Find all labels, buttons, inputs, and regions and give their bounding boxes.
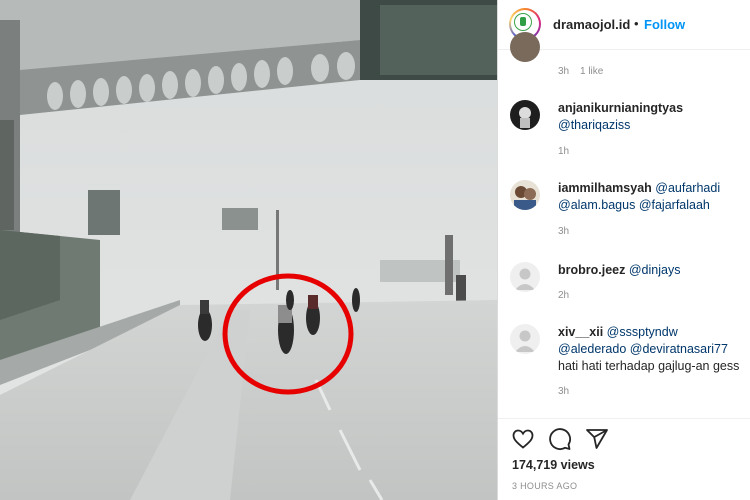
comment-mention[interactable]: @sssptyndw — [607, 325, 678, 339]
comment-body: iammilhamsyah @aufarhadi @alam.bagus @fa… — [558, 180, 748, 214]
comment-icon[interactable] — [548, 427, 572, 451]
author-username[interactable]: dramaojol.id — [553, 17, 630, 32]
comment-time: 3h — [558, 226, 570, 237]
post-video[interactable] — [0, 0, 497, 500]
comment-avatar[interactable] — [510, 180, 540, 210]
comment-body: anjanikurnianingtyas @thariqaziss — [558, 100, 748, 134]
comment-time: 3h — [558, 386, 570, 397]
comment-mention[interactable]: @fajarfalaah — [639, 198, 710, 212]
post-timestamp: 3 HOURS AGO — [512, 481, 578, 491]
comment-text: hati hati terhadap gajlug-an gess — [558, 359, 740, 373]
comment-avatar[interactable] — [510, 100, 540, 130]
comment-avatar[interactable] — [510, 32, 540, 62]
separator-dot: • — [634, 16, 639, 31]
comment-username[interactable]: anjanikurnianingtyas — [558, 101, 683, 115]
comments-panel: dramaojol.id • Follow 3h 1 like anjaniku… — [498, 0, 750, 500]
comment-body: brobro.jeez @dinjays — [558, 262, 748, 279]
comment-mention[interactable]: @aufarhadi — [655, 181, 720, 195]
comment-time: 2h — [558, 290, 570, 301]
comment-time: 3h — [558, 66, 570, 77]
comment-mention[interactable]: @thariqaziss — [558, 118, 630, 132]
comment-username[interactable]: xiv__xii — [558, 325, 603, 339]
follow-button[interactable]: Follow — [644, 17, 685, 32]
default-avatar-icon[interactable] — [510, 324, 540, 354]
comment-mention[interactable]: @deviratnasari77 — [630, 342, 728, 356]
comment-likes[interactable]: 1 like — [580, 66, 603, 77]
comment-time: 1h — [558, 146, 570, 157]
brand-logo-icon — [514, 13, 532, 31]
comment-mention[interactable]: @dinjays — [629, 263, 681, 277]
comment-mention[interactable]: @alam.bagus — [558, 198, 635, 212]
comment-mention[interactable]: @alederado — [558, 342, 626, 356]
heart-icon[interactable] — [511, 427, 535, 451]
cctv-footage — [0, 0, 497, 500]
share-icon[interactable] — [585, 427, 609, 451]
default-avatar-icon[interactable] — [510, 262, 540, 292]
comment-body: xiv__xii @sssptyndw @alederado @deviratn… — [558, 324, 748, 375]
comment-username[interactable]: iammilhamsyah — [558, 181, 652, 195]
comment-username[interactable]: brobro.jeez — [558, 263, 625, 277]
post-actions: 174,719 views 3 HOURS AGO — [498, 418, 750, 500]
view-count[interactable]: 174,719 views — [512, 458, 595, 472]
